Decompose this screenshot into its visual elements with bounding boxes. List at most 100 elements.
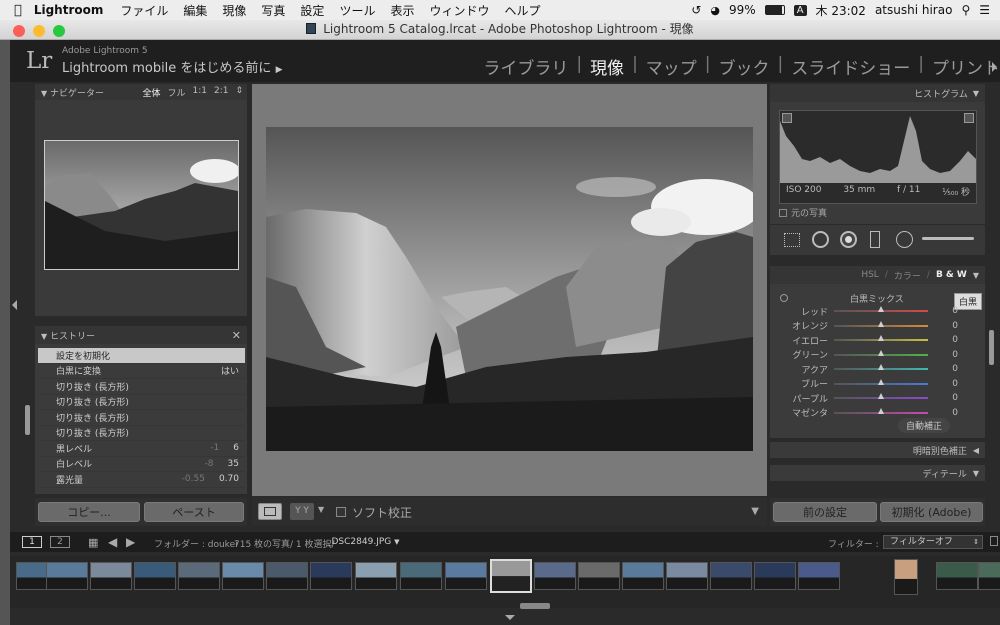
spotlight-icon[interactable]: ⚲ xyxy=(961,3,970,17)
filmstrip-thumbnail[interactable] xyxy=(90,562,132,590)
module-print[interactable]: プリント xyxy=(932,54,1000,79)
tab-bw[interactable]: B & W xyxy=(936,270,967,280)
history-header[interactable]: ▼ ヒストリー ✕ xyxy=(35,326,247,344)
crop-tool-icon[interactable] xyxy=(784,233,800,247)
history-item[interactable]: 切り抜き (長方形) xyxy=(38,379,245,395)
filmstrip-thumbnail[interactable] xyxy=(578,562,620,590)
menu-help[interactable]: ヘルプ xyxy=(504,2,540,19)
red-eye-icon[interactable] xyxy=(840,231,857,248)
filmstrip-thumbnail[interactable] xyxy=(178,562,220,590)
bw-target-adjust-icon[interactable] xyxy=(780,294,788,302)
bw-slider-track[interactable] xyxy=(834,349,928,356)
menu-view[interactable]: 表示 xyxy=(390,2,414,19)
battery-icon[interactable] xyxy=(764,5,785,15)
grid-view-icon[interactable]: ▦ xyxy=(88,536,98,549)
reset-button[interactable]: 初期化 (Adobe) xyxy=(880,502,983,522)
filmstrip-thumbnail[interactable] xyxy=(534,562,576,590)
close-window-icon[interactable] xyxy=(13,25,25,37)
detail-collapse-icon[interactable]: ▼ xyxy=(973,469,979,478)
before-after-button[interactable]: Y Y xyxy=(290,503,314,520)
right-panel-toggle-icon[interactable] xyxy=(992,62,997,72)
right-scrollbar[interactable] xyxy=(989,330,994,365)
previous-settings-button[interactable]: 前の設定 xyxy=(773,502,877,522)
next-photo-icon[interactable]: ▶ xyxy=(126,535,135,549)
history-collapse-icon[interactable]: ▼ xyxy=(41,332,47,341)
previous-photo-icon[interactable]: ◀ xyxy=(108,535,117,549)
left-scrollbar[interactable] xyxy=(25,405,30,435)
second-monitor-button[interactable]: 2 xyxy=(50,536,70,548)
bw-slider-track[interactable] xyxy=(834,364,928,371)
bw-slider-value[interactable]: 0 xyxy=(928,306,958,316)
menu-app[interactable]: Lightroom xyxy=(34,3,104,17)
file-dropdown-icon[interactable]: ▼ xyxy=(394,538,399,546)
zoom-2-1[interactable]: 2:1 xyxy=(214,86,228,99)
brand-big[interactable]: Lightroom mobile をはじめる前に ▶ xyxy=(62,57,283,76)
zoom-stepper-icon[interactable]: ⇕ xyxy=(235,86,243,99)
history-item[interactable]: 白黒に変換 はい xyxy=(38,364,245,379)
time-machine-icon[interactable]: ↺ xyxy=(691,3,701,17)
bw-slider-track[interactable] xyxy=(834,378,928,385)
bw-slider-value[interactable]: 0 xyxy=(928,379,958,389)
copy-button[interactable]: コピー... xyxy=(38,502,140,522)
histogram-collapse-icon[interactable]: ▼ xyxy=(973,89,979,98)
filmstrip-thumbnail[interactable] xyxy=(355,562,397,590)
filmstrip-thumbnail[interactable] xyxy=(894,559,918,595)
highlight-clipping-icon[interactable] xyxy=(964,113,974,123)
before-after-dropdown-icon[interactable]: ▼ xyxy=(318,505,324,514)
detail-header[interactable]: ディテール ▼ xyxy=(770,465,985,481)
bottom-panel-toggle-icon[interactable] xyxy=(505,615,515,620)
history-item[interactable]: 切り抜き (長方形) xyxy=(38,426,245,441)
adjustment-brush-icon[interactable] xyxy=(922,237,974,240)
filter-stepper-icon[interactable]: ⇕ xyxy=(973,536,979,548)
histogram-graph[interactable]: ISO 200 35 mm f / 11 ¹⁄₅₀₀ 秒 xyxy=(779,110,977,204)
filmstrip-thumbnail[interactable] xyxy=(936,562,978,590)
filmstrip-thumbnail[interactable] xyxy=(266,562,308,590)
user-name[interactable]: atsushi hirao xyxy=(875,3,953,17)
bw-auto-button[interactable]: 自動補正 xyxy=(898,418,951,433)
filmstrip-thumbnail[interactable] xyxy=(310,562,352,590)
minimize-window-icon[interactable] xyxy=(33,25,45,37)
module-map[interactable]: マップ xyxy=(646,54,697,79)
bw-slider-knob[interactable] xyxy=(878,306,884,313)
filmstrip-thumbnail[interactable] xyxy=(798,562,840,590)
bw-slider-knob[interactable] xyxy=(878,393,884,400)
history-item[interactable]: 黒レベル -1 6 xyxy=(38,441,245,457)
bw-slider-track[interactable] xyxy=(834,335,928,342)
filmstrip-thumbnail[interactable] xyxy=(978,562,1000,590)
bw-slider-track[interactable] xyxy=(834,407,928,414)
bw-slider-track[interactable] xyxy=(834,320,928,327)
history-item[interactable]: 露光量 -0.55 0.70 xyxy=(38,472,245,488)
main-monitor-button[interactable]: 1 xyxy=(22,536,42,548)
navigator-collapse-icon[interactable]: ▼ xyxy=(41,89,47,98)
shadow-clipping-icon[interactable] xyxy=(782,113,792,123)
graduated-filter-icon[interactable] xyxy=(870,231,880,248)
radial-filter-icon[interactable] xyxy=(896,231,913,248)
bw-slider-track[interactable] xyxy=(834,306,928,313)
menu-window[interactable]: ウィンドウ xyxy=(429,2,489,19)
loupe-view-button[interactable] xyxy=(258,503,282,520)
history-item[interactable]: 設定を初期化 xyxy=(38,348,245,364)
tab-hsl[interactable]: HSL xyxy=(861,270,879,280)
menu-photo[interactable]: 写真 xyxy=(261,2,285,19)
history-item[interactable]: 切り抜き (長方形) xyxy=(38,395,245,410)
menu-edit[interactable]: 編集 xyxy=(183,2,207,19)
filter-select[interactable]: フィルターオフ ⇕ xyxy=(883,535,983,549)
brand-triangle-icon[interactable]: ▶ xyxy=(276,65,283,75)
zoom-fill[interactable]: フル xyxy=(167,86,185,99)
notification-center-icon[interactable]: ☰ xyxy=(979,3,990,17)
bw-slider-knob[interactable] xyxy=(878,349,884,356)
filmstrip-thumbnail[interactable] xyxy=(754,562,796,590)
module-library[interactable]: ライブラリ xyxy=(483,54,568,79)
left-panel-toggle-icon[interactable] xyxy=(12,300,17,310)
hsl-bw-header[interactable]: HSL / カラー / B & W ▼ xyxy=(770,266,985,284)
navigator-header[interactable]: ▼ ナビゲーター 全体 フル 1:1 2:1 ⇕ xyxy=(35,84,247,100)
toolbar-menu-icon[interactable]: ▼ xyxy=(751,506,759,517)
bw-slider-knob[interactable] xyxy=(878,335,884,342)
bw-slider-value[interactable]: 0 xyxy=(928,335,958,345)
history-clear-icon[interactable]: ✕ xyxy=(232,329,241,342)
filmstrip-thumbnail[interactable] xyxy=(134,562,176,590)
clock[interactable]: 木 23:02 xyxy=(816,2,866,19)
menu-settings[interactable]: 設定 xyxy=(300,2,324,19)
bw-slider-value[interactable]: 0 xyxy=(928,321,958,331)
main-photo[interactable] xyxy=(266,127,753,451)
